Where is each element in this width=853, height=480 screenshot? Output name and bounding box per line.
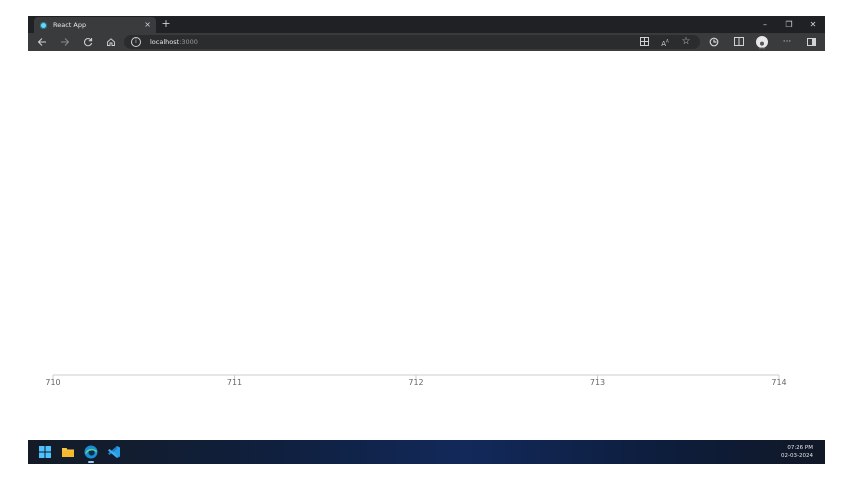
address-host: localhost [150, 38, 180, 46]
x-axis-ticks: 710 711 712 713 714 [45, 375, 787, 387]
site-info-icon[interactable]: i [131, 37, 141, 47]
vscode-icon[interactable] [106, 444, 122, 460]
read-aloud-icon[interactable]: AA [657, 33, 673, 51]
edge-browser-icon[interactable] [83, 444, 99, 463]
split-screen-icon[interactable] [731, 33, 747, 51]
address-bar[interactable]: i localhost:3000 [124, 35, 700, 49]
address-port: :3000 [179, 38, 198, 46]
back-icon[interactable] [34, 33, 50, 51]
restore-button[interactable]: ❐ [777, 16, 801, 33]
clock-time: 07:26 PM [787, 445, 813, 451]
close-window-button[interactable]: ✕ [801, 16, 825, 33]
app-available-icon[interactable] [636, 33, 652, 51]
clock-date: 02-03-2024 [781, 453, 813, 459]
x-tick-label: 710 [45, 378, 60, 387]
chart: 710 711 712 713 714 [45, 374, 787, 387]
react-favicon-icon [40, 21, 47, 29]
x-tick-label: 712 [408, 378, 423, 387]
x-tick-label: 714 [771, 378, 786, 387]
windows-start-icon[interactable] [37, 444, 53, 460]
home-icon[interactable] [103, 33, 119, 51]
active-app-indicator [88, 461, 94, 463]
profile-icon[interactable] [756, 36, 768, 50]
tab-react-app[interactable]: React App × [34, 17, 156, 33]
tab-title: React App [53, 21, 87, 29]
system-clock[interactable]: 07:26 PM 02-03-2024 [781, 444, 813, 460]
sidebar-icon[interactable] [803, 33, 819, 51]
address-url[interactable]: localhost:3000 [150, 35, 198, 49]
file-explorer-icon[interactable] [60, 444, 76, 460]
forward-icon[interactable] [57, 33, 73, 51]
browser-tab-bar: React App × + – ❐ ✕ [28, 16, 825, 33]
screen: React App × + – ❐ ✕ i localhost:3000 AA … [28, 16, 825, 464]
minimize-button[interactable]: – [753, 16, 777, 33]
x-tick-label: 713 [590, 378, 605, 387]
page-content: 710 711 712 713 714 [28, 51, 825, 440]
refresh-icon[interactable] [80, 33, 96, 51]
favorites-star-icon[interactable]: ☆ [678, 33, 694, 51]
new-tab-button[interactable]: + [160, 17, 172, 31]
windows-taskbar: 07:26 PM 02-03-2024 [28, 440, 825, 464]
browser-toolbar: i localhost:3000 AA ☆ ··· [28, 33, 825, 51]
tab-close-button[interactable]: × [144, 21, 151, 29]
more-icon[interactable]: ··· [779, 33, 795, 51]
x-tick-label: 711 [227, 378, 242, 387]
extensions-icon[interactable] [706, 33, 722, 51]
